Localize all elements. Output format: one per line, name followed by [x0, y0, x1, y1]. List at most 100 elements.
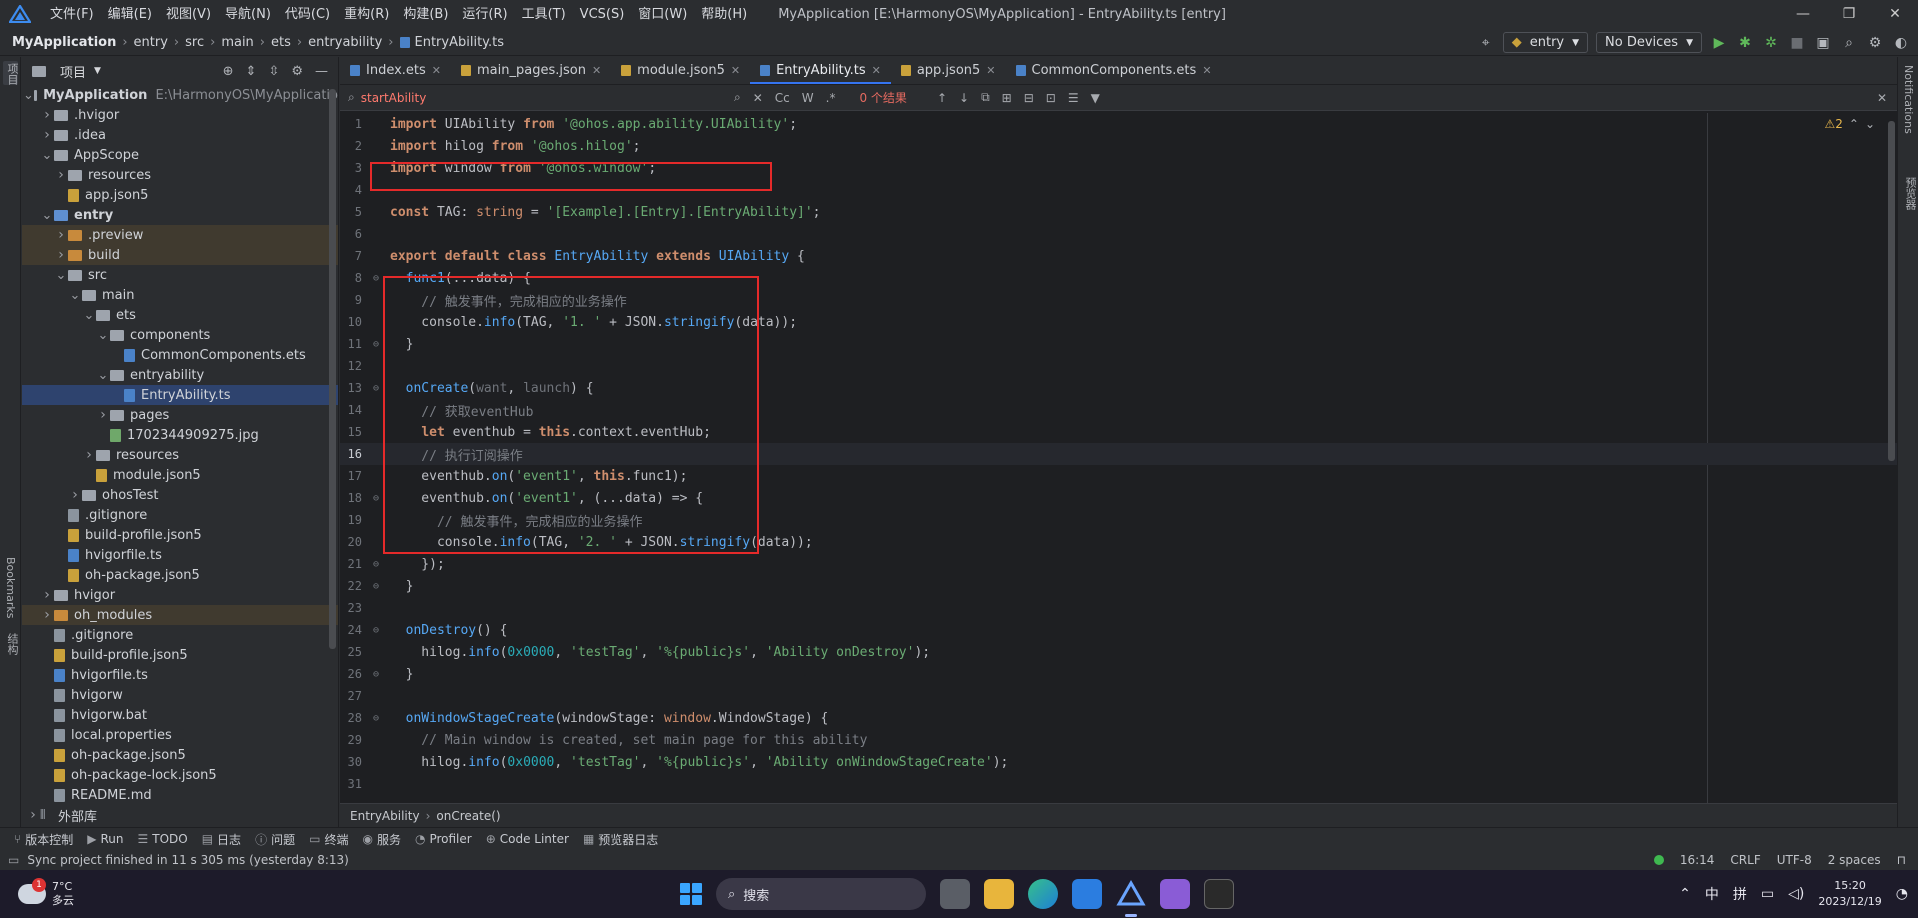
chevron-right-icon[interactable]: › — [68, 487, 82, 503]
tool-window-button[interactable]: ▤ 日志 — [202, 831, 241, 848]
chevron-right-icon[interactable]: › — [40, 607, 54, 623]
toggle-selection-icon[interactable]: ⊡ — [1046, 91, 1056, 105]
code-line[interactable]: 9 // 触发事件，完成相应的业务操作 — [340, 289, 1897, 311]
project-panel-title[interactable]: 项目 — [60, 62, 86, 81]
indent-setting[interactable]: 2 spaces — [1828, 853, 1881, 867]
code-line[interactable]: 25 hilog. info(0x0000, 'testTag', '%{publ… — [340, 641, 1897, 663]
chevron-down-icon[interactable]: ⌄ — [96, 328, 110, 343]
chevron-right-icon[interactable]: › — [54, 167, 68, 183]
search-icon[interactable]: ⌕ — [1840, 35, 1858, 51]
menu-item[interactable]: 文件(F) — [43, 0, 101, 29]
target-icon[interactable]: ⌖ — [1477, 35, 1495, 51]
close-tab-icon[interactable]: ✕ — [986, 64, 995, 77]
tree-item[interactable]: ⌄ AppScope — [22, 145, 338, 165]
chevron-down-icon[interactable]: ⌄ — [40, 148, 54, 163]
editor-tab[interactable]: main_pages.json ✕ — [451, 56, 611, 84]
add-selection-icon[interactable]: ⊞ — [1002, 91, 1012, 105]
code-editor[interactable]: 1 import UIAbility from '@ohos.app.abilit… — [340, 113, 1897, 803]
tree-item[interactable]: ⌄ entry — [22, 205, 338, 225]
code-line[interactable]: 11 ⊖ } — [340, 333, 1897, 355]
visual-studio-icon[interactable] — [1160, 879, 1190, 909]
line-number[interactable]: 12 — [340, 359, 362, 373]
code-line[interactable]: 5 const TAG: string = '[Example].[Entry].… — [340, 201, 1897, 223]
tree-item[interactable]: › pages — [22, 405, 338, 425]
panel-settings-icon[interactable]: ⚙ — [291, 64, 303, 79]
tree-item[interactable]: .gitignore — [22, 505, 338, 525]
multiline-icon[interactable]: ☰ — [1068, 91, 1079, 105]
code-line[interactable]: 31 — [340, 773, 1897, 795]
fold-marker-icon[interactable]: ⊖ — [362, 581, 390, 592]
line-number[interactable]: 22 — [340, 579, 362, 593]
code-line[interactable]: 15 let eventhub = this .context.eventHub; — [340, 421, 1897, 443]
chevron-right-icon[interactable]: › — [96, 407, 110, 423]
line-number[interactable]: 7 — [340, 249, 362, 263]
tree-item[interactable]: oh-package-lock.json5 — [22, 765, 338, 785]
close-find-icon[interactable]: ✕ — [1877, 91, 1887, 105]
tree-item[interactable]: ⌄ main — [22, 285, 338, 305]
close-tab-icon[interactable]: ✕ — [872, 64, 881, 77]
lock-icon[interactable]: ⊓ — [1897, 853, 1906, 867]
chevron-down-icon[interactable]: ▼ — [94, 66, 101, 76]
filter-icon[interactable]: ▼ — [1091, 91, 1100, 105]
code-line[interactable]: 6 — [340, 223, 1897, 245]
fold-marker-icon[interactable]: ⊖ — [362, 383, 390, 394]
module-select[interactable]: ◆ entry ▼ — [1502, 32, 1589, 53]
code-line[interactable]: 29 // Main window is created, set main p… — [340, 729, 1897, 751]
line-number[interactable]: 8 — [340, 271, 362, 285]
line-number[interactable]: 1 — [340, 117, 362, 131]
menu-item[interactable]: 编辑(E) — [101, 0, 159, 29]
line-number[interactable]: 19 — [340, 513, 362, 527]
line-number[interactable]: 28 — [340, 711, 362, 725]
line-number[interactable]: 18 — [340, 491, 362, 505]
tree-item[interactable]: › ⫴ 外部库 — [22, 805, 338, 825]
notification-icon[interactable]: ◔ — [1896, 886, 1908, 902]
menu-item[interactable]: 帮助(H) — [694, 0, 754, 29]
chevron-down-icon[interactable]: ⌄ — [23, 88, 34, 103]
chevron-up-icon[interactable]: ⌃ — [1679, 886, 1691, 902]
fold-marker-icon[interactable]: ⊖ — [362, 339, 390, 350]
menu-item[interactable]: 工具(T) — [515, 0, 573, 29]
line-number[interactable]: 24 — [340, 623, 362, 637]
breadcrumb-item[interactable]: main — [221, 35, 253, 50]
close-tab-icon[interactable]: ✕ — [432, 64, 441, 77]
user-icon[interactable]: ◐ — [1892, 35, 1910, 51]
tool-window-button[interactable]: ⑂ 版本控制 — [14, 831, 73, 848]
tree-item[interactable]: › ohosTest — [22, 485, 338, 505]
tree-item[interactable]: oh-package.json5 — [22, 565, 338, 585]
previewer-tool-label[interactable]: 预览器 — [1902, 177, 1918, 210]
chevron-down-icon[interactable]: ⌄ — [68, 288, 82, 303]
line-number[interactable]: 17 — [340, 469, 362, 483]
line-number[interactable]: 3 — [340, 161, 362, 175]
code-line[interactable]: 30 hilog. info(0x0000, 'testTag', '%{publ… — [340, 751, 1897, 773]
notifications-tool-label[interactable]: Notifications — [1902, 65, 1915, 134]
windows-start-icon[interactable] — [680, 883, 702, 905]
chevron-right-icon[interactable]: › — [40, 127, 54, 143]
match-case-toggle[interactable]: Cc — [775, 91, 790, 105]
tree-item[interactable]: › resources — [22, 165, 338, 185]
chevron-right-icon[interactable]: › — [82, 447, 96, 463]
tree-item[interactable]: EntryAbility.ts — [22, 385, 338, 405]
tree-item[interactable]: build-profile.json5 — [22, 525, 338, 545]
status-message[interactable]: Sync project finished in 11 s 305 ms (ye… — [27, 853, 349, 867]
menu-item[interactable]: 重构(R) — [337, 0, 396, 29]
code-line[interactable]: 1 import UIAbility from '@ohos.app.abilit… — [340, 113, 1897, 135]
line-number[interactable]: 16 — [340, 447, 362, 461]
editor-tab[interactable]: Index.ets ✕ — [340, 56, 451, 84]
tree-item[interactable]: ⌄ MyApplication E:\HarmonyOS\MyApplicatio — [22, 85, 338, 105]
line-number[interactable]: 25 — [340, 645, 362, 659]
code-line[interactable]: 14 // 获取eventHub — [340, 399, 1897, 421]
tool-window-button[interactable]: ▦ 预览器日志 — [583, 831, 658, 848]
chevron-down-icon[interactable]: ⌄ — [96, 368, 110, 383]
tree-item[interactable]: › resources — [22, 445, 338, 465]
line-number[interactable]: 5 — [340, 205, 362, 219]
regex-toggle[interactable]: .* — [826, 91, 836, 105]
select-all-occurrences-icon[interactable]: ⧉ — [981, 90, 990, 105]
code-line[interactable]: 7 export default class EntryAbility exten… — [340, 245, 1897, 267]
device-select[interactable]: No Devices ▼ — [1596, 32, 1702, 53]
restore-button[interactable]: ❐ — [1826, 0, 1872, 29]
attach-debugger-icon[interactable]: ✲ — [1762, 35, 1780, 51]
menu-item[interactable]: 导航(N) — [218, 0, 278, 29]
close-tab-icon[interactable]: ✕ — [1202, 64, 1211, 77]
tree-scrollbar[interactable] — [329, 89, 336, 649]
line-separator[interactable]: CRLF — [1730, 853, 1760, 867]
